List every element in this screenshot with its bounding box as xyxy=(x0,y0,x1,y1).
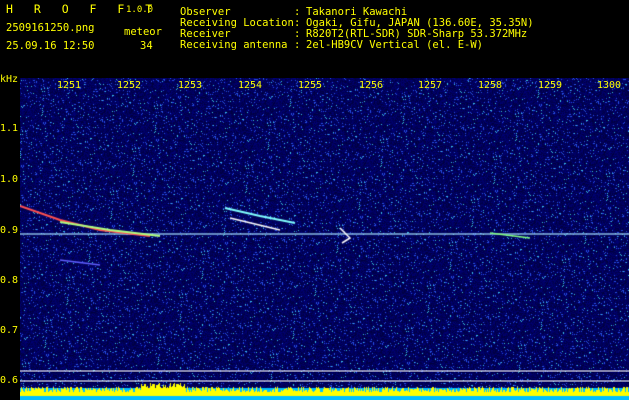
header-panel: H R O F F T 1.0.0 2509161250.png meteor … xyxy=(0,0,629,78)
x-tick-label: 1259 xyxy=(538,80,563,91)
y-tick-label: 0.9 xyxy=(0,225,19,236)
x-tick-label: 1255 xyxy=(298,80,323,91)
x-tick-label: 1300 xyxy=(597,80,622,91)
meteor-label: meteor xyxy=(124,26,162,38)
info-value-antenna: 2el-HB9CV Vertical (el. E-W) xyxy=(306,39,484,51)
x-tick-label: 1251 xyxy=(57,80,82,91)
info-colon: : xyxy=(294,39,301,51)
x-tick-label: 1254 xyxy=(238,80,263,91)
y-tick-label: 0.8 xyxy=(0,275,19,286)
meteor-count: 34 xyxy=(140,40,153,52)
x-tick-label: 1258 xyxy=(478,80,503,91)
x-tick-label: 1256 xyxy=(359,80,384,91)
y-tick-label: 0.6 xyxy=(0,375,19,386)
y-tick-label: 1.1 xyxy=(0,123,19,134)
y-tick-label: 1.0 xyxy=(0,174,19,185)
y-axis-unit: kHz xyxy=(0,74,19,85)
spectrogram-overlay xyxy=(20,370,629,382)
x-tick-label: 1257 xyxy=(418,80,443,91)
app-version: 1.0.0 xyxy=(126,5,154,15)
timestamp: 25.09.16 12:50 xyxy=(6,40,95,52)
x-tick-label: 1252 xyxy=(117,80,142,91)
filename: 2509161250.png xyxy=(6,22,95,34)
y-tick-label: 0.7 xyxy=(0,325,19,336)
info-label-antenna: Receiving antenna xyxy=(180,39,288,51)
x-tick-label: 1253 xyxy=(178,80,203,91)
